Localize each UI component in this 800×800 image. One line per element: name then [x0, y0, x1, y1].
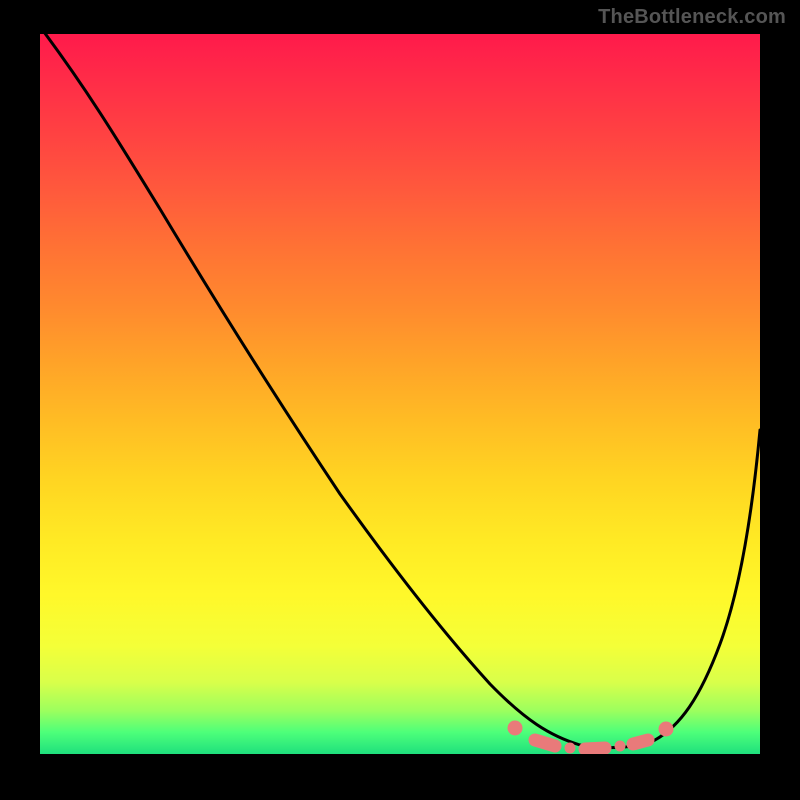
watermark-text: TheBottleneck.com	[598, 6, 786, 29]
bottleneck-curve-svg	[40, 34, 760, 754]
plot-area	[40, 34, 760, 754]
chart-container: TheBottleneck.com	[0, 0, 800, 800]
optimal-zone-markers	[508, 721, 673, 753]
bottleneck-curve-line	[44, 34, 760, 748]
